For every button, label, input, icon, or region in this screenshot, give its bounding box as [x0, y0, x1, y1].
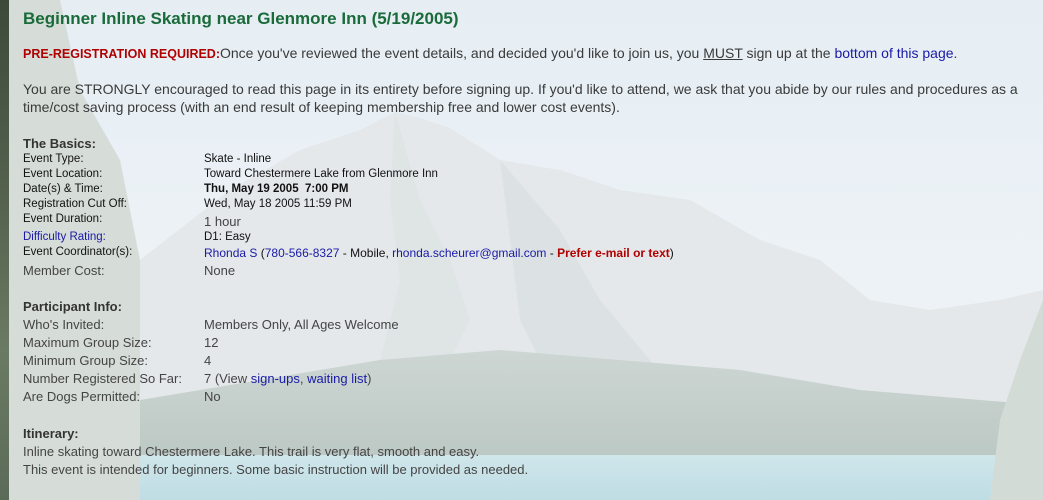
invited-value: Members Only, All Ages Welcome [204, 317, 399, 332]
event-location-label: Event Location: [23, 168, 103, 180]
datetime-value: Thu, May 19 2005 7:00 PM [204, 183, 349, 195]
registered-close: ) [367, 371, 372, 386]
preregistration-text-1: Once you've reviewed the event details, … [220, 45, 704, 61]
coordinator-label: Event Coordinator(s): [23, 246, 133, 258]
dogs-value: No [204, 389, 221, 404]
cutoff-label: Registration Cut Off: [23, 198, 127, 210]
coordinator-mobile-text: - Mobile, [339, 246, 393, 260]
strongly-encouraged-notice: You are STRONGLY encouraged to read this… [23, 81, 1018, 115]
max-group-label: Maximum Group Size: [23, 335, 152, 350]
itinerary-line-1: Inline skating toward Chestermere Lake. … [23, 444, 480, 459]
preregistration-text-3: . [953, 45, 958, 61]
min-group-label: Minimum Group Size: [23, 353, 148, 368]
coordinator-phone-link[interactable]: 780-566-8327 [265, 246, 340, 260]
member-cost-value: None [204, 263, 236, 278]
registered-label: Number Registered So Far: [23, 371, 182, 386]
waiting-list-link[interactable]: waiting list [307, 371, 367, 386]
preregistration-notice: PRE-REGISTRATION REQUIRED:Once you've re… [23, 44, 957, 63]
coordinator-preference: Prefer e-mail or text [557, 246, 670, 260]
preregistration-text-2: sign up at the [742, 45, 835, 61]
event-location-value: Toward Chestermere Lake from Glenmore In… [204, 168, 438, 180]
itinerary-heading: Itinerary: [23, 426, 79, 441]
event-type-label: Event Type: [23, 153, 84, 165]
coordinator-dash: - [546, 246, 558, 260]
participant-heading: Participant Info: [23, 299, 122, 314]
member-cost-label: Member Cost: [23, 263, 105, 278]
difficulty-rating-link[interactable]: Difficulty Rating: [23, 231, 106, 243]
max-group-value: 12 [204, 335, 219, 350]
signups-link[interactable]: sign-ups [251, 371, 300, 386]
must-text: MUST [703, 45, 743, 61]
coordinator-phone-open: ( [257, 246, 265, 260]
preregistration-label: PRE-REGISTRATION REQUIRED: [23, 47, 220, 61]
dogs-label: Are Dogs Permitted: [23, 389, 141, 404]
coordinator-email-link[interactable]: rhonda.scheurer@gmail.com [392, 246, 546, 260]
cutoff-value: Wed, May 18 2005 11:59 PM [204, 198, 352, 210]
registered-count: 7 (View [204, 371, 251, 386]
itinerary-line-2: This event is intended for beginners. So… [23, 462, 529, 477]
datetime-label: Date(s) & Time: [23, 183, 103, 195]
left-edge-strip [0, 0, 9, 500]
basics-heading: The Basics: [23, 136, 96, 151]
page-title: Beginner Inline Skating near Glenmore In… [23, 9, 459, 28]
event-type-value: Skate - Inline [204, 153, 272, 165]
coordinator-value: Rhonda S (780-566-8327 - Mobile, rhonda.… [204, 246, 674, 260]
invited-label: Who's Invited: [23, 317, 105, 332]
duration-label: Event Duration: [23, 213, 103, 225]
min-group-value: 4 [204, 353, 212, 368]
coordinator-name-link[interactable]: Rhonda S [204, 246, 257, 260]
coordinator-close: ) [669, 246, 674, 260]
registered-value: 7 (View sign-ups, waiting list) [204, 371, 371, 386]
duration-value: 1 hour [204, 214, 241, 229]
difficulty-value: D1: Easy [204, 231, 251, 243]
bottom-of-page-link[interactable]: bottom of this page [834, 45, 953, 61]
